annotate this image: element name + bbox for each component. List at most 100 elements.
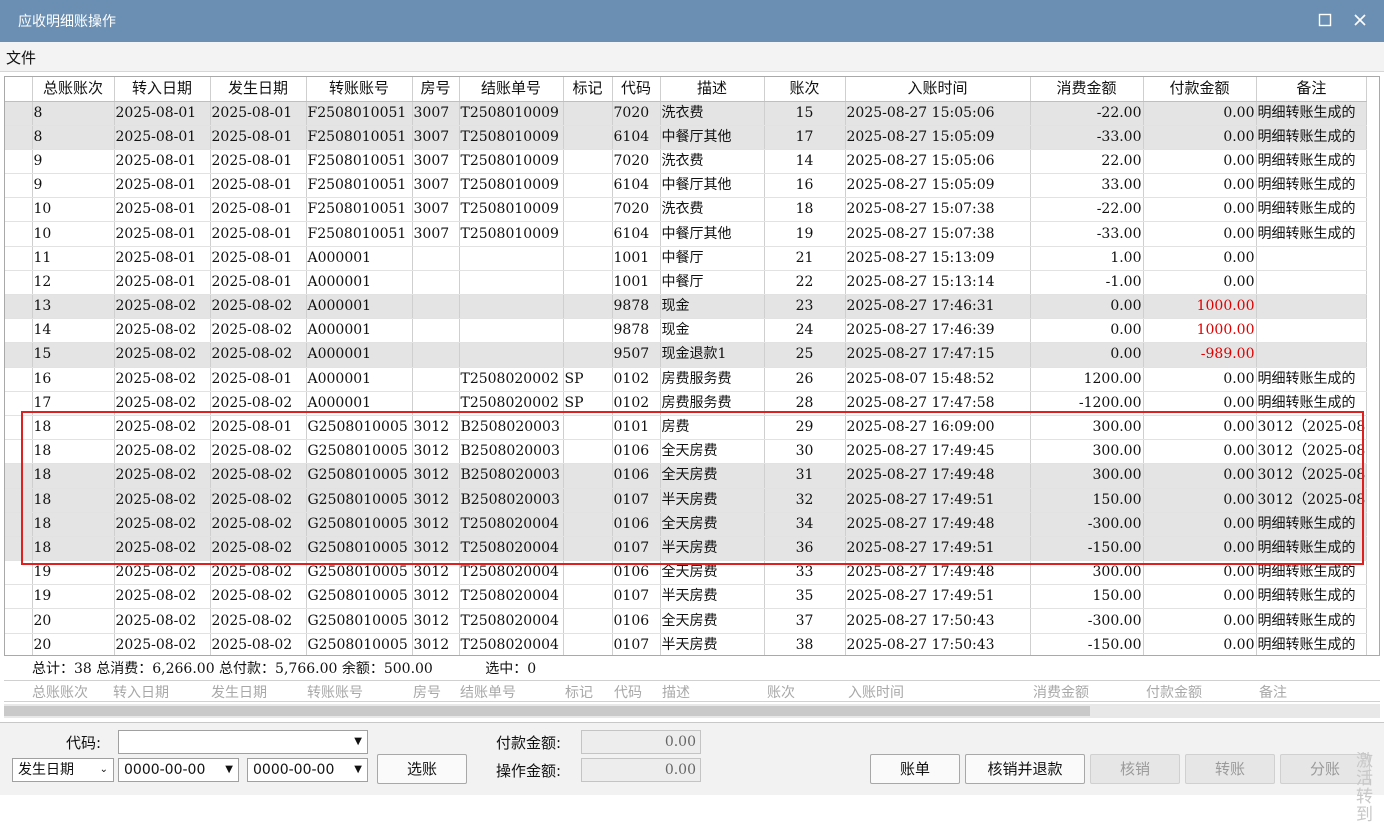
table-cell: 9 (32, 173, 115, 199)
pay-amount-field[interactable]: 0.00 (581, 730, 701, 754)
filter-placeholder[interactable]: 转账账号 (307, 682, 363, 702)
filter-placeholder[interactable]: 结账单号 (460, 682, 516, 702)
filter-placeholder[interactable]: 消费金额 (1033, 682, 1089, 702)
table-row[interactable]: 12 2025-08-01 2025-08-01 A000001 1001 中餐厅 22 20… (5, 270, 1368, 296)
table-row[interactable]: 20 2025-08-02 2025-08-02 G2508010005 3012 T25… (5, 608, 1368, 634)
table-cell: 2025-08-02 (210, 608, 307, 634)
date-from-picker[interactable]: 0000-00-00 ▼ (118, 758, 239, 782)
table-cell: G2508010005 (306, 608, 413, 634)
table-cell (563, 101, 613, 126)
filter-placeholder[interactable]: 房号 (413, 682, 441, 702)
column-header[interactable]: 发生日期 (210, 77, 307, 102)
column-header[interactable]: 转账账号 (306, 77, 413, 102)
row-selector[interactable] (5, 125, 33, 150)
filter-placeholder[interactable]: 账次 (767, 682, 795, 702)
row-selector[interactable] (5, 415, 33, 441)
column-header[interactable]: 代码 (612, 77, 661, 102)
row-selector[interactable] (5, 367, 33, 392)
table-row[interactable]: 18 2025-08-02 2025-08-02 G2508010005 3012 T25… (5, 512, 1368, 537)
row-selector[interactable] (5, 584, 33, 610)
table-row[interactable]: 15 2025-08-02 2025-08-02 A000001 9507 现金退款1 25… (5, 342, 1368, 368)
column-header[interactable]: 总账账次 (32, 77, 115, 102)
column-header[interactable]: 消费金额 (1030, 77, 1144, 102)
scrollbar-thumb[interactable] (4, 706, 1090, 716)
date-type-select[interactable]: 发生日期 ⌄ (12, 758, 114, 782)
row-selector[interactable] (5, 439, 33, 465)
date-to-picker[interactable]: 0000-00-00 ▼ (247, 758, 368, 782)
horizontal-scrollbar[interactable] (4, 704, 1380, 718)
table-row[interactable]: 18 2025-08-02 2025-08-01 G2508010005 3012 B25… (5, 415, 1368, 441)
filter-row[interactable]: 总账账次 转入日期 发生日期 转账账号 房号 结账单号 标记 代码 描述 账次 入账时间 消费金额 付款… (4, 680, 1380, 702)
row-selector[interactable] (5, 270, 33, 296)
row-selector[interactable] (5, 633, 33, 655)
filter-placeholder[interactable]: 描述 (662, 682, 690, 702)
column-header[interactable]: 入账时间 (845, 77, 1031, 102)
table-cell: 20 (32, 608, 115, 634)
table-row[interactable]: 9 2025-08-01 2025-08-01 F2508010051 3007 T250… (5, 149, 1368, 175)
close-icon[interactable] (1348, 10, 1372, 34)
op-amount-field[interactable]: 0.00 (581, 758, 701, 782)
table-row[interactable]: 18 2025-08-02 2025-08-02 G2508010005 3012 T25… (5, 536, 1368, 562)
row-selector[interactable] (5, 197, 33, 223)
writeoff-refund-button[interactable]: 核销并退款 (965, 754, 1085, 784)
table-row[interactable]: 19 2025-08-02 2025-08-02 G2508010005 3012 T25… (5, 584, 1368, 610)
table-cell: 0.00 (1030, 342, 1144, 368)
table-cell: 2025-08-01 (114, 149, 211, 175)
table-row[interactable]: 18 2025-08-02 2025-08-02 G2508010005 3012 B25… (5, 488, 1368, 513)
row-selector[interactable] (5, 149, 33, 175)
row-selector[interactable] (5, 512, 33, 537)
filter-placeholder[interactable]: 入账时间 (848, 682, 904, 702)
table-row[interactable]: 13 2025-08-02 2025-08-02 A000001 9878 现金 23 202… (5, 294, 1368, 320)
row-selector[interactable] (5, 560, 33, 586)
table-row[interactable]: 10 2025-08-01 2025-08-01 F2508010051 3007 T25… (5, 197, 1368, 223)
column-header[interactable]: 备注 (1256, 77, 1368, 102)
column-header[interactable]: 转入日期 (114, 77, 211, 102)
column-header[interactable]: 付款金额 (1143, 77, 1257, 102)
row-selector[interactable] (5, 391, 33, 416)
table-row[interactable]: 14 2025-08-02 2025-08-02 A000001 9878 现金 24 202… (5, 318, 1368, 344)
maximize-icon[interactable] (1313, 10, 1337, 34)
row-selector[interactable] (5, 246, 33, 271)
table-row[interactable]: 10 2025-08-01 2025-08-01 F2508010051 3007 T25… (5, 221, 1368, 247)
transfer-button[interactable]: 转账 (1185, 754, 1275, 784)
row-selector[interactable] (5, 342, 33, 368)
table-row[interactable]: 18 2025-08-02 2025-08-02 G2508010005 3012 B25… (5, 463, 1368, 489)
filter-placeholder[interactable]: 标记 (565, 682, 593, 702)
row-selector[interactable] (5, 463, 33, 489)
row-selector[interactable] (5, 294, 33, 320)
filter-placeholder[interactable]: 备注 (1259, 682, 1287, 702)
row-selector[interactable] (5, 173, 33, 199)
row-selector[interactable] (5, 536, 33, 562)
filter-placeholder[interactable]: 发生日期 (211, 682, 267, 702)
row-selector[interactable] (5, 101, 33, 126)
writeoff-button[interactable]: 核销 (1090, 754, 1180, 784)
table-row[interactable]: 20 2025-08-02 2025-08-02 G2508010005 3012 T25… (5, 633, 1368, 655)
table-row[interactable]: 8 2025-08-01 2025-08-01 F2508010051 3007 T250… (5, 125, 1368, 150)
column-header[interactable]: 结账单号 (459, 77, 564, 102)
menu-file[interactable]: 文件 (6, 47, 36, 68)
filter-placeholder[interactable]: 转入日期 (113, 682, 169, 702)
table-row[interactable]: 11 2025-08-01 2025-08-01 A000001 1001 中餐厅 21 20… (5, 246, 1368, 271)
table-row[interactable]: 18 2025-08-02 2025-08-02 G2508010005 3012 B25… (5, 439, 1368, 465)
filter-placeholder[interactable]: 付款金额 (1146, 682, 1202, 702)
table-cell: 36 (764, 536, 846, 562)
bill-button[interactable]: 账单 (870, 754, 960, 784)
table-row[interactable]: 8 2025-08-01 2025-08-01 F2508010051 3007 T250… (5, 101, 1368, 126)
column-header[interactable]: 账次 (764, 77, 846, 102)
column-header[interactable]: 标记 (563, 77, 613, 102)
table-row[interactable]: 9 2025-08-01 2025-08-01 F2508010051 3007 T250… (5, 173, 1368, 199)
column-header[interactable]: 房号 (412, 77, 460, 102)
column-header[interactable]: 描述 (660, 77, 765, 102)
row-selector[interactable] (5, 318, 33, 344)
row-selector[interactable] (5, 221, 33, 247)
select-account-button[interactable]: 选账 (377, 754, 467, 784)
row-selector[interactable] (5, 488, 33, 513)
ledger-grid[interactable]: 总账账次 转入日期 发生日期 转账账号 房号 结账单号 标记 代码 描述 账次 入账时间 消费金额 付款… (4, 76, 1380, 656)
table-row[interactable]: 16 2025-08-02 2025-08-01 A000001 T2508020002… (5, 367, 1368, 392)
table-row[interactable]: 17 2025-08-02 2025-08-02 A000001 T2508020002… (5, 391, 1368, 416)
filter-placeholder[interactable]: 总账账次 (32, 682, 88, 702)
filter-placeholder[interactable]: 代码 (614, 682, 642, 702)
table-row[interactable]: 19 2025-08-02 2025-08-02 G2508010005 3012 T25… (5, 560, 1368, 586)
row-selector[interactable] (5, 608, 33, 634)
code-combo[interactable]: ▼ (118, 730, 368, 754)
